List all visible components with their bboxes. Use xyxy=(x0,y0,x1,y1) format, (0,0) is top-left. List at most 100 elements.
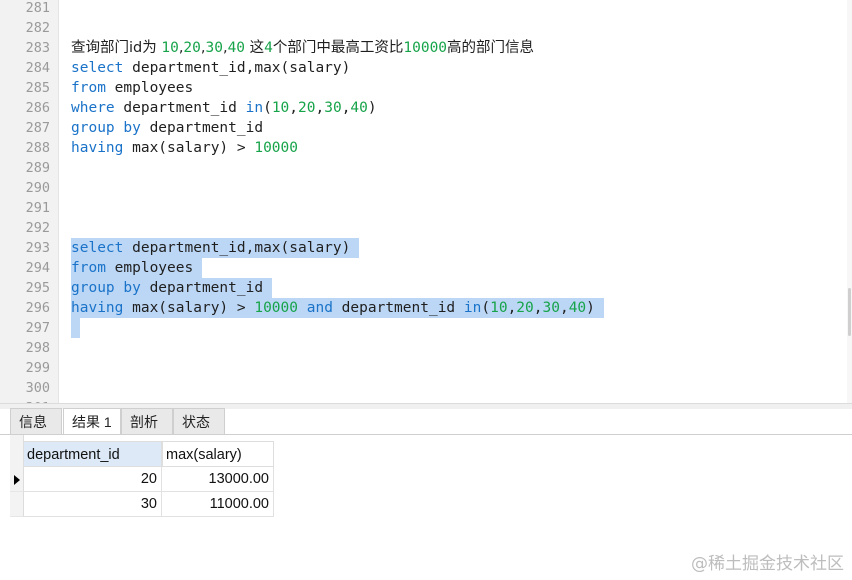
scrollbar-thumb[interactable] xyxy=(848,288,851,336)
number-literal: 30 xyxy=(205,40,223,56)
column-header-department-id[interactable]: department_id xyxy=(23,441,162,467)
table-cell[interactable]: 13000.00 xyxy=(162,467,274,492)
code-line[interactable]: 295 group by department_id xyxy=(0,278,852,298)
code-token: department_id,max(salary) xyxy=(123,60,351,76)
code-token: , xyxy=(289,100,299,116)
comment-text: 查询部门id为 10,20,30,40 这4个部门中最高工资比10000高的部门… xyxy=(71,38,534,58)
number-literal: 4 xyxy=(264,40,273,56)
code-text: group by department_id xyxy=(71,278,272,298)
line-number: 288 xyxy=(25,140,50,156)
sql-keyword: and xyxy=(306,300,333,316)
code-token: 查询部门id为 xyxy=(71,40,162,56)
code-token: , xyxy=(559,300,569,316)
column-header-max-salary[interactable]: max(salary) xyxy=(162,441,274,467)
code-token: ( xyxy=(263,100,272,116)
code-line[interactable]: 289 xyxy=(0,158,852,178)
code-token: ) xyxy=(586,300,604,316)
code-text: having max(salary) > 10000 and departmen… xyxy=(71,298,604,318)
code-line[interactable]: 291 xyxy=(0,198,852,218)
code-token: , xyxy=(315,100,325,116)
sql-editor[interactable]: 281 282 283 查询部门id为 10,20,30,40 这4个部门中最高工资比… xyxy=(0,0,852,403)
line-number: 297 xyxy=(25,320,50,336)
code-line[interactable]: 298 xyxy=(0,338,852,358)
tab-info[interactable]: 信息 xyxy=(10,408,62,434)
number-literal: 10000 xyxy=(254,300,298,316)
sql-keyword: having xyxy=(71,300,124,316)
number-literal: 20 xyxy=(298,100,316,116)
row-indicator[interactable] xyxy=(10,492,23,517)
line-number: 294 xyxy=(25,260,50,276)
code-line[interactable]: 283 查询部门id为 10,20,30,40 这4个部门中最高工资比10000高… xyxy=(0,38,852,58)
code-token: 高的部门信息 xyxy=(447,40,535,56)
sql-keyword: select xyxy=(71,60,124,76)
tab-status[interactable]: 状态 xyxy=(173,408,225,434)
sql-keyword: where xyxy=(71,100,115,116)
code-token: max(salary) > xyxy=(123,140,255,156)
code-line[interactable]: 296 having max(salary) > 10000 and depart… xyxy=(0,298,852,318)
code-line[interactable]: 281 xyxy=(0,0,852,18)
watermark: @稀土掘金技术社区 xyxy=(691,554,844,574)
line-number: 296 xyxy=(25,300,50,316)
number-literal: 40 xyxy=(568,300,587,316)
line-number: 287 xyxy=(25,120,50,136)
line-number: 284 xyxy=(25,60,50,76)
code-line[interactable]: 287 group by department_id xyxy=(0,118,852,138)
code-text: select department_id,max(salary) xyxy=(71,238,359,258)
line-number: 300 xyxy=(25,380,50,396)
sql-keyword: in xyxy=(463,300,482,316)
line-number: 285 xyxy=(25,80,50,96)
code-token: 个部门中最高工资比 xyxy=(272,40,404,56)
code-token: department_id xyxy=(140,280,272,296)
code-token: department_id,max(salary) xyxy=(123,240,360,256)
code-token: department_id xyxy=(140,120,264,136)
number-literal: 10 xyxy=(161,40,179,56)
sql-keyword: from xyxy=(71,260,106,276)
line-number: 281 xyxy=(25,0,50,16)
code-token: employees xyxy=(105,80,194,96)
line-number: 290 xyxy=(25,180,50,196)
sql-keyword: select xyxy=(71,240,124,256)
table-cell[interactable]: 30 xyxy=(23,492,162,517)
code-line[interactable]: 297 xyxy=(0,318,852,338)
code-token: , xyxy=(533,300,543,316)
line-number: 295 xyxy=(25,280,50,296)
code-line[interactable]: 282 xyxy=(0,18,852,38)
code-token: ( xyxy=(481,300,491,316)
table-cell[interactable]: 11000.00 xyxy=(162,492,274,517)
sql-keyword: from xyxy=(71,80,106,96)
code-line[interactable]: 292 xyxy=(0,218,852,238)
code-text: having max(salary) > 10000 xyxy=(71,138,298,158)
sql-keyword: group by xyxy=(71,280,141,296)
number-literal: 40 xyxy=(227,40,246,56)
line-number: 286 xyxy=(25,100,50,116)
code-token: department_id xyxy=(332,300,464,316)
code-line[interactable]: 290 xyxy=(0,178,852,198)
code-text: select department_id,max(salary) xyxy=(71,58,350,78)
table-cell[interactable]: 20 xyxy=(23,467,162,492)
code-token: department_id xyxy=(114,100,246,116)
code-line[interactable]: 288 having max(salary) > 10000 xyxy=(0,138,852,158)
number-literal: 10 xyxy=(490,300,508,316)
code-text: from employees xyxy=(71,258,202,278)
row-indicator-column xyxy=(10,435,24,517)
code-line[interactable]: 285 from employees xyxy=(0,78,852,98)
line-number: 293 xyxy=(25,240,50,256)
code-line[interactable]: 286 where department_id in(10,20,30,40) xyxy=(0,98,852,118)
code-line[interactable]: 293 select department_id,max(salary) xyxy=(0,238,852,258)
editor-vertical-scrollbar[interactable] xyxy=(847,0,852,403)
number-literal: 40 xyxy=(350,100,368,116)
line-number: 282 xyxy=(25,20,50,36)
code-line[interactable]: 299 xyxy=(0,358,852,378)
number-literal: 30 xyxy=(542,300,560,316)
tab-result-1[interactable]: 结果 1 xyxy=(63,408,121,435)
code-line[interactable]: 284 select department_id,max(salary) xyxy=(0,58,852,78)
code-line[interactable]: 294 from employees xyxy=(0,258,852,278)
sql-keyword: group by xyxy=(71,120,141,136)
tab-profile[interactable]: 剖析 xyxy=(121,408,173,434)
code-token: max(salary) > xyxy=(123,300,255,316)
line-number: 283 xyxy=(25,40,50,56)
code-line[interactable]: 300 xyxy=(0,378,852,398)
row-indicator[interactable] xyxy=(10,467,23,492)
